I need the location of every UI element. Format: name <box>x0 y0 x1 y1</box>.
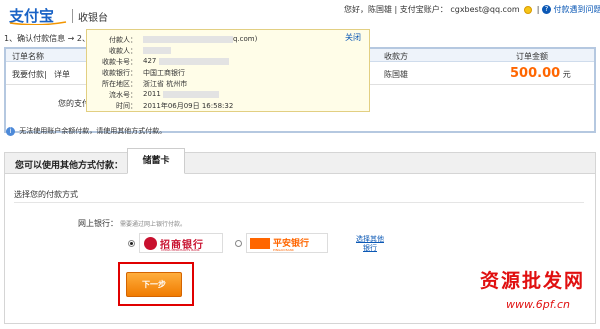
bank-name-en: CHINA MERCHANTS BANK <box>161 248 200 252</box>
choose-other-bank-link[interactable]: 选择其他 银行 <box>356 235 384 253</box>
next-step-button[interactable]: 下一步 <box>126 272 182 297</box>
header: 支付宝 收银台 您好，陈国雄 | 支付宝账户： cgxbest@qq.com |… <box>0 0 600 30</box>
bank-radio-cmb[interactable] <box>128 240 135 247</box>
watermark-text: 资源批发网 <box>480 270 586 292</box>
account-email: cgxbest@qq.com <box>450 5 520 14</box>
column-order-name: 订单名称 <box>12 52 44 61</box>
bank-option-cmb[interactable]: 招商银行 CHINA MERCHANTS BANK <box>139 233 223 253</box>
popup-value: q.com) <box>143 35 257 43</box>
popup-label: 收款卡号： <box>102 58 137 66</box>
popup-close-link[interactable]: 关闭 <box>345 32 361 43</box>
payment-method-tabbar: 您可以使用其他方式付款： <box>4 152 596 174</box>
currency: 元 <box>562 70 571 79</box>
cmb-logo-icon <box>144 237 157 250</box>
popup-label: 收款银行： <box>102 69 137 77</box>
divider <box>14 202 584 203</box>
popup-value: 427 <box>143 57 229 65</box>
balance-notice: i 无法使用账户余额付款，请使用其他方式付款。 <box>6 126 166 136</box>
popup-label: 流水号： <box>109 91 137 99</box>
watermark-url: www.6pf.cn <box>506 298 570 311</box>
popup-label: 付款人： <box>109 36 137 44</box>
logo-divider <box>72 9 73 23</box>
account-label: 支付宝账户： <box>399 5 448 14</box>
user-bar: 您好，陈国雄 | 支付宝账户： cgxbest@qq.com | ? 付款遇到问… <box>344 4 600 15</box>
smiley-icon <box>524 5 533 14</box>
tabbar-label: 您可以使用其他方式付款： <box>15 161 124 171</box>
popup-label: 所在地区： <box>102 80 137 88</box>
order-name: 我要付款| <box>12 70 47 79</box>
help-icon: ? <box>542 5 551 14</box>
page-title: 收银台 <box>78 13 108 24</box>
popup-value <box>143 46 171 54</box>
column-amount: 订单金额 <box>516 52 548 61</box>
pingan-logo-icon <box>250 238 270 249</box>
netbank-hint: 需要通过网上银行付款。 <box>120 221 187 228</box>
popup-value: 中国工商银行 <box>143 69 185 77</box>
alipay-logo[interactable]: 支付宝 <box>8 6 68 25</box>
help-link[interactable]: 付款遇到问题? <box>554 5 600 14</box>
order-detail-link[interactable]: 详单 <box>54 69 70 80</box>
svg-text:支付宝: 支付宝 <box>8 7 54 25</box>
netbank-label: 网上银行： <box>78 219 118 228</box>
popup-label: 收款人： <box>109 47 137 55</box>
amount-value: 500.00 <box>510 66 561 81</box>
payee-detail-popup: 关闭 付款人： q.com) 收款人： 收款卡号： 427 收款银行： 中国工商… <box>86 29 370 112</box>
bank-option-pingan[interactable]: 平安银行 PINGAN BANK <box>246 233 328 253</box>
tab-debit-card[interactable]: 储蓄卡 <box>127 148 185 174</box>
greeting: 您好，陈国雄 <box>344 5 392 14</box>
popup-value: 2011 <box>143 90 220 98</box>
notice-text: 无法使用账户余额付款，请使用其他方式付款。 <box>19 127 167 135</box>
info-icon: i <box>6 126 15 136</box>
bank-name-en: PINGAN BANK <box>273 248 294 252</box>
popup-value: 2011年06月09日 16:58:32 <box>143 102 234 110</box>
payee-name: 陈国雄 <box>384 70 408 79</box>
order-amount: 500.00 元 <box>510 66 571 81</box>
popup-value: 浙江省 杭州市 <box>143 80 188 88</box>
bank-radio-pingan[interactable] <box>235 240 242 247</box>
choose-method-title: 选择您的付款方式 <box>14 190 78 199</box>
popup-label: 时间： <box>116 102 137 110</box>
column-payee: 收款方 <box>384 52 408 61</box>
